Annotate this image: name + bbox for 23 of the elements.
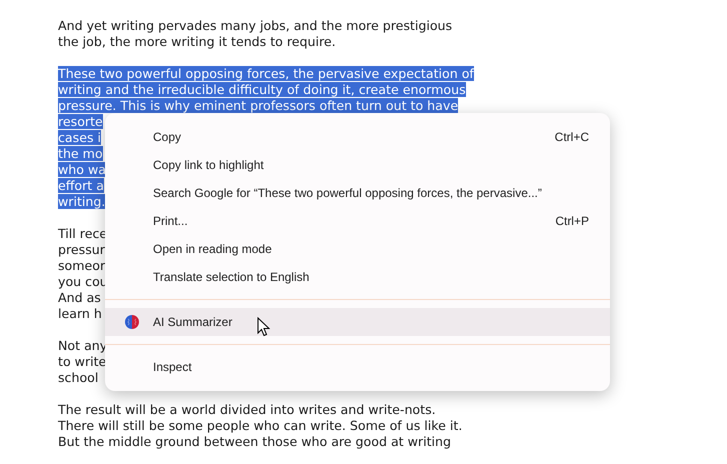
- text-line: And as: [58, 290, 101, 305]
- text-line: But the middle ground between those who are good at writing: [58, 434, 452, 449]
- menu-item[interactable]: AI Summarizer: [105, 308, 610, 336]
- menu-item[interactable]: Print... Ctrl+P: [105, 207, 610, 235]
- menu-item[interactable]: Search Google for “These two powerful opposing forces, the pervasive...”: [105, 179, 610, 207]
- text-line: There will still be some people who can write. Some of us like it.: [58, 418, 462, 433]
- menu-item[interactable]: Translate selection to English: [105, 263, 610, 291]
- text-line: school: [58, 370, 98, 385]
- text-line: learn h: [58, 306, 102, 321]
- text-line: pressur: [58, 242, 105, 257]
- text-line: And yet writing pervades many jobs, and the more prestigious: [58, 18, 452, 33]
- menu-item[interactable]: Copy Ctrl+C: [105, 123, 610, 151]
- mouse-cursor-icon: [257, 317, 270, 337]
- menu-item[interactable]: Copy link to highlight: [105, 151, 610, 179]
- text-line: The result will be a world divided into writes and write-nots.: [58, 402, 436, 417]
- brain-icon: [124, 314, 140, 330]
- shortcut-text: Ctrl+C: [554, 129, 589, 146]
- text-line: to write: [58, 354, 106, 369]
- menu-item[interactable]: Open in reading mode: [105, 235, 610, 263]
- text-line: the job, the more writing it tends to require.: [58, 34, 336, 49]
- shortcut-text: Ctrl+P: [555, 213, 589, 230]
- menu-item[interactable]: Inspect: [105, 353, 610, 381]
- text-line: someor: [58, 258, 106, 273]
